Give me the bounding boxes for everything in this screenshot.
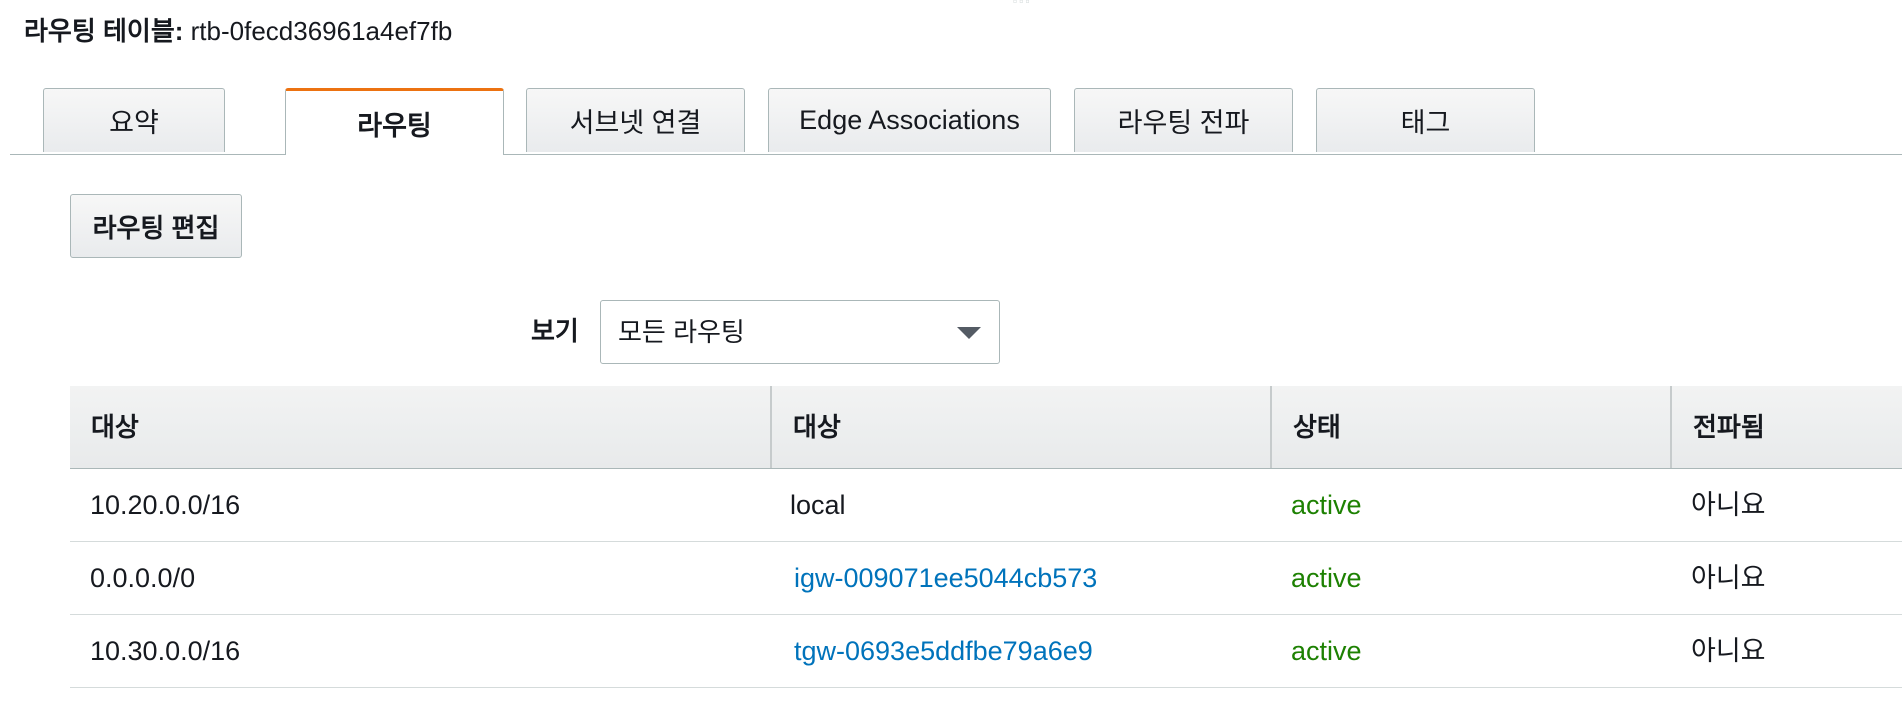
view-filter-select[interactable]: 모든 라우팅: [600, 300, 1000, 364]
view-filter-label: 보기: [531, 316, 579, 346]
tab-tags[interactable]: 태그: [1316, 88, 1535, 152]
route-propagated: 아니요: [1691, 636, 1766, 666]
column-header-destination[interactable]: 대상: [70, 386, 770, 468]
tab-routes[interactable]: 라우팅: [285, 88, 504, 155]
column-header-status[interactable]: 상태: [1270, 386, 1670, 468]
edit-routes-button[interactable]: 라우팅 편집: [70, 194, 242, 258]
view-filter-value: 모든 라우팅: [618, 317, 745, 347]
column-header-propagated[interactable]: 전파됨: [1670, 386, 1902, 468]
table-row[interactable]: 0.0.0.0/0 igw-009071ee5044cb573 active 아…: [70, 542, 1902, 615]
tab-subnet-associations[interactable]: 서브넷 연결: [526, 88, 745, 152]
routes-table: 대상 대상 상태 전파됨 10.20.0.0/16 local active 아…: [70, 386, 1902, 688]
route-table-page: ▫▫▫ 라우팅 테이블: rtb-0fecd36961a4ef7fb 요약 라우…: [0, 0, 1902, 712]
table-row[interactable]: 10.30.0.0/16 tgw-0693e5ddfbe79a6e9 activ…: [70, 615, 1902, 688]
route-destination: 0.0.0.0/0: [90, 563, 196, 593]
route-target-link[interactable]: tgw-0693e5ddfbe79a6e9: [794, 615, 1093, 687]
tab-tags-label: 태그: [1400, 108, 1451, 138]
route-table-id: rtb-0fecd36961a4ef7fb: [190, 16, 453, 46]
route-status: active: [1291, 563, 1362, 593]
column-header-target[interactable]: 대상: [770, 386, 1270, 468]
page-title: 라우팅 테이블: rtb-0fecd36961a4ef7fb: [24, 14, 452, 48]
route-target-link[interactable]: igw-009071ee5044cb573: [794, 542, 1097, 614]
drag-handle-icon[interactable]: ▫▫▫: [1013, 0, 1069, 7]
tab-route-propagation-label: 라우팅 전파: [1117, 108, 1250, 138]
route-propagated: 아니요: [1691, 490, 1766, 520]
route-target: local: [790, 490, 846, 520]
page-title-label: 라우팅 테이블:: [24, 16, 184, 46]
tab-edge-associations-label: Edge Associations: [799, 105, 1020, 135]
table-header: 대상 대상 상태 전파됨: [70, 386, 1902, 469]
tab-edge-associations[interactable]: Edge Associations: [768, 88, 1051, 152]
route-destination: 10.20.0.0/16: [90, 490, 241, 520]
route-status: active: [1291, 636, 1362, 666]
tab-routes-label: 라우팅: [357, 110, 432, 141]
tab-route-propagation[interactable]: 라우팅 전파: [1074, 88, 1293, 152]
tab-bar: 요약 라우팅 서브넷 연결 Edge Associations 라우팅 전파 태…: [10, 88, 1902, 155]
route-status: active: [1291, 490, 1362, 520]
tab-summary-label: 요약: [109, 108, 159, 138]
table-row[interactable]: 10.20.0.0/16 local active 아니요: [70, 469, 1902, 542]
route-destination: 10.30.0.0/16: [90, 636, 241, 666]
caret-down-icon: [957, 327, 981, 339]
tab-subnet-associations-label: 서브넷 연결: [569, 108, 702, 138]
route-propagated: 아니요: [1691, 563, 1766, 593]
tab-summary[interactable]: 요약: [43, 88, 225, 152]
